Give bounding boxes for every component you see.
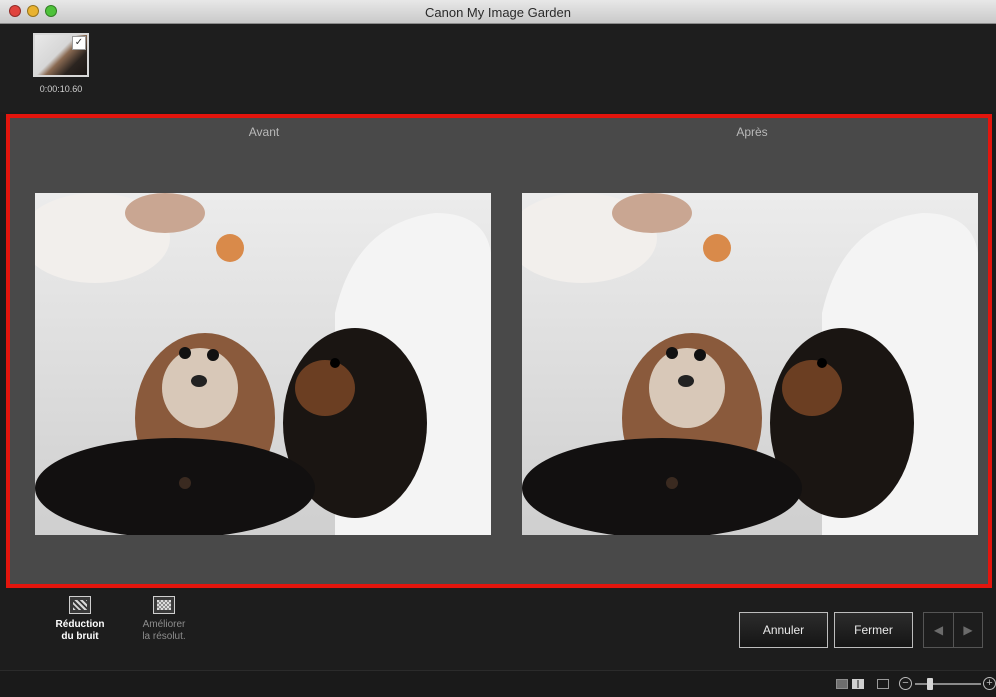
cancel-button[interactable]: Annuler [739, 612, 828, 648]
enhance-resolution-label-line1: Améliorer [142, 619, 186, 630]
checkmark-icon[interactable]: ✓ [72, 36, 86, 50]
after-image [522, 193, 978, 535]
fullscreen-icon[interactable] [877, 679, 889, 689]
window-title: Canon My Image Garden [425, 5, 571, 20]
noise-reduction-label-line2: du bruit [61, 631, 99, 642]
zoom-in-icon[interactable]: + [983, 677, 996, 690]
thumbnail-timestamp: 0:00:10.60 [39, 84, 83, 94]
arrow-right-icon[interactable]: ▶ [953, 612, 983, 648]
single-view-icon[interactable] [836, 679, 848, 689]
enhance-resolution-icon [153, 596, 175, 614]
tool-bar: Réduction du bruit Améliorer la résolut.… [0, 590, 996, 670]
zoom-slider-track[interactable] [915, 683, 981, 685]
filmstrip-thumbnail[interactable]: ✓ [33, 33, 89, 77]
title-bar: Canon My Image Garden [0, 0, 996, 24]
preview-area: Avant Après [6, 114, 992, 588]
zoom-slider-thumb[interactable] [927, 678, 933, 690]
status-bar: − + [0, 670, 996, 697]
noise-reduction-tool[interactable]: Réduction du bruit [40, 596, 120, 643]
noise-reduction-icon [69, 596, 91, 614]
enhance-resolution-label-line2: la résolut. [142, 631, 186, 642]
noise-reduction-label-line1: Réduction [55, 619, 105, 630]
after-label: Après [736, 125, 768, 139]
before-label: Avant [248, 125, 280, 139]
enhance-resolution-tool[interactable]: Améliorer la résolut. [124, 596, 204, 643]
compare-view-icon[interactable] [852, 679, 864, 689]
zoom-out-icon[interactable]: − [899, 677, 912, 690]
filmstrip: ✓ 0:00:10.60 [0, 24, 996, 112]
close-button[interactable]: Fermer [834, 612, 913, 648]
before-image [35, 193, 491, 535]
arrow-left-icon[interactable]: ◀ [923, 612, 953, 648]
